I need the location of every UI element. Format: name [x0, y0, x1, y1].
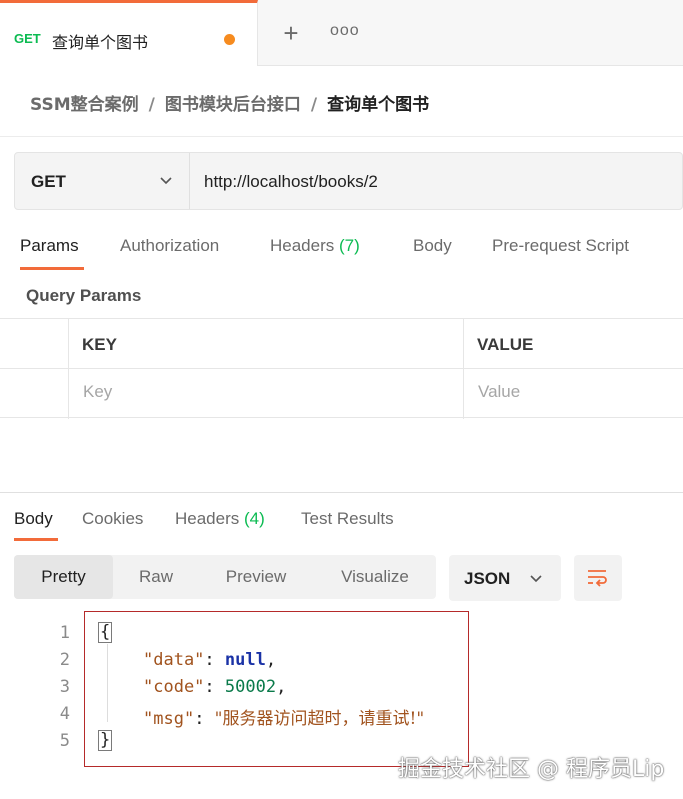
- unsaved-dot-icon: [224, 34, 235, 45]
- request-tab[interactable]: GET 查询单个图书: [0, 0, 258, 66]
- chevron-down-icon: [160, 177, 172, 185]
- format-label: JSON: [464, 569, 511, 588]
- query-params-heading: Query Params: [26, 286, 142, 305]
- param-value-input[interactable]: Value: [478, 382, 520, 402]
- view-mode-group: Pretty Raw Preview Visualize: [14, 555, 436, 599]
- format-dropdown[interactable]: JSON: [449, 555, 561, 601]
- line-number: 1: [59, 623, 70, 643]
- tab-params[interactable]: Params: [20, 236, 79, 256]
- breadcrumb: SSM整合案例 / 图书模块后台接口 / 查询单个图书: [30, 90, 429, 115]
- method-dropdown[interactable]: GET: [15, 153, 190, 209]
- column-header-key: KEY: [82, 335, 117, 354]
- line-number: 3: [59, 677, 70, 697]
- tab-body[interactable]: Body: [413, 236, 452, 256]
- tab-headers-label: Headers: [270, 236, 335, 255]
- new-tab-button[interactable]: +: [278, 20, 304, 46]
- json-key: "code": [143, 677, 205, 697]
- line-number: 4: [59, 704, 70, 724]
- code-line-1: {: [98, 622, 113, 643]
- json-key: "data": [143, 650, 205, 670]
- param-key-input[interactable]: Key: [83, 382, 112, 402]
- json-null-value: null: [224, 650, 266, 670]
- response-pane-divider[interactable]: [0, 492, 683, 493]
- url-bar: GET http://localhost/books/2: [14, 152, 683, 210]
- open-brace: {: [98, 622, 113, 643]
- active-tab-indicator: [20, 267, 84, 270]
- breadcrumb-current[interactable]: 查询单个图书: [327, 95, 429, 115]
- code-line-3: "code": 50002,: [143, 677, 286, 697]
- chevron-down-icon: [530, 575, 542, 583]
- line-number: 2: [59, 650, 70, 670]
- response-headers-count-badge: (4): [244, 509, 265, 528]
- wrap-lines-button[interactable]: [574, 555, 622, 601]
- divider: [0, 136, 683, 137]
- json-key: "msg": [143, 709, 195, 729]
- method-label: GET: [31, 172, 66, 191]
- indent-guide: [107, 644, 108, 722]
- column-divider: [68, 319, 69, 419]
- view-pretty-button[interactable]: Pretty: [14, 555, 113, 599]
- response-tab-test-results[interactable]: Test Results: [301, 509, 394, 529]
- view-raw-button[interactable]: Raw: [118, 555, 194, 599]
- breadcrumb-collection[interactable]: SSM整合案例: [30, 95, 139, 115]
- json-string-value: "服务器访问超时，请重试!": [214, 709, 425, 729]
- tab-prerequest-script[interactable]: Pre-request Script: [492, 236, 629, 256]
- wrap-lines-icon: [588, 570, 607, 587]
- response-tab-headers-label: Headers: [175, 509, 240, 528]
- column-divider: [463, 319, 464, 419]
- json-colon: :: [204, 650, 225, 670]
- tab-title: 查询单个图书: [52, 33, 149, 52]
- code-line-2: "data": null,: [143, 650, 276, 670]
- breadcrumb-separator: /: [310, 95, 318, 115]
- breadcrumb-folder[interactable]: 图书模块后台接口: [165, 95, 301, 115]
- view-visualize-button[interactable]: Visualize: [324, 555, 426, 599]
- response-tab-body[interactable]: Body: [14, 509, 53, 529]
- params-table: KEY VALUE Key Value: [0, 318, 683, 419]
- json-colon: :: [204, 677, 225, 697]
- json-comma: ,: [265, 650, 277, 670]
- code-line-5: }: [98, 730, 113, 751]
- tab-authorization[interactable]: Authorization: [120, 236, 219, 256]
- response-body-viewer[interactable]: 1 2 3 4 5 { "data": null, "code": 50002,…: [0, 617, 683, 757]
- headers-count-badge: (7): [339, 236, 360, 255]
- tab-strip: GET 查询单个图书 + ooo: [0, 0, 683, 66]
- json-number-value: 50002: [224, 677, 277, 697]
- json-colon: :: [194, 709, 215, 729]
- json-comma: ,: [276, 677, 287, 697]
- more-tabs-icon[interactable]: ooo: [330, 22, 360, 40]
- tab-headers[interactable]: Headers (7): [270, 236, 360, 256]
- tab-method-badge: GET: [14, 31, 41, 46]
- close-brace: }: [98, 730, 113, 751]
- breadcrumb-separator: /: [148, 95, 155, 115]
- line-number: 5: [59, 731, 70, 751]
- active-response-tab-indicator: [14, 538, 58, 541]
- view-preview-button[interactable]: Preview: [204, 555, 308, 599]
- url-input[interactable]: http://localhost/books/2: [204, 172, 378, 192]
- code-line-4: "msg": "服务器访问超时，请重试!": [143, 704, 424, 729]
- response-tab-cookies[interactable]: Cookies: [82, 509, 143, 529]
- response-tab-headers[interactable]: Headers (4): [175, 509, 265, 529]
- column-header-value: VALUE: [477, 335, 534, 354]
- watermark: 掘金技术社区 @ 程序员Lip: [398, 757, 665, 782]
